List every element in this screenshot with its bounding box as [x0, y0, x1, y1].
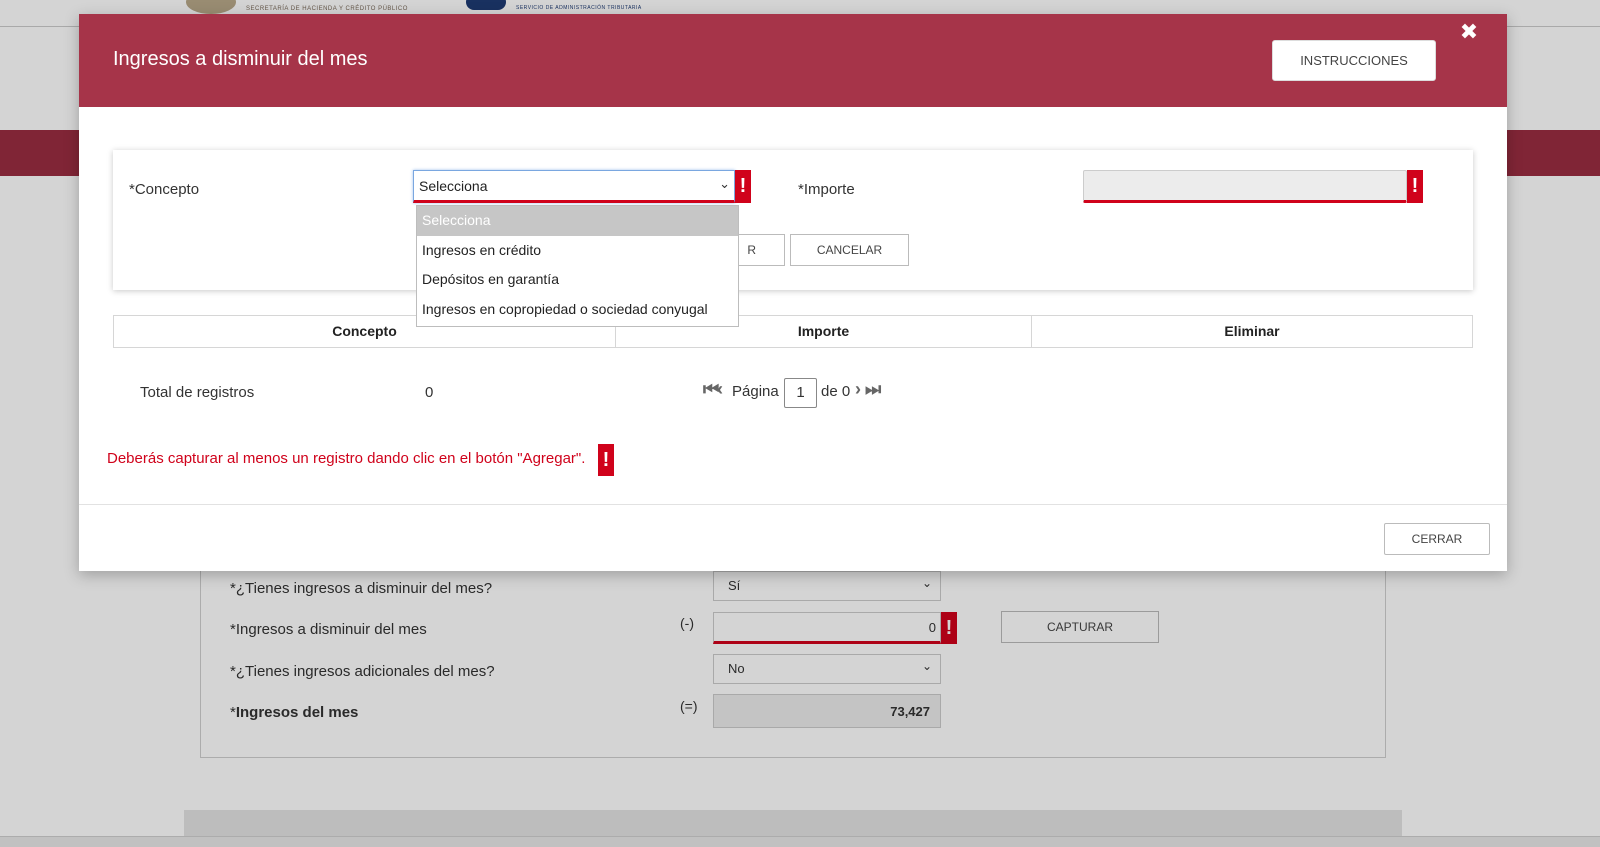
instrucciones-button[interactable]: INSTRUCCIONES: [1272, 40, 1436, 81]
page-number-input[interactable]: 1: [784, 378, 817, 408]
column-header-eliminar: Eliminar: [1224, 323, 1280, 339]
error-icon: !: [1407, 170, 1423, 203]
concepto-dropdown-list: Selecciona Ingresos en crédito Depósitos…: [416, 205, 739, 327]
concepto-selected-value: Selecciona: [419, 178, 488, 194]
validation-error-message: Deberás capturar al menos un registro da…: [107, 450, 586, 467]
registros-table-header: Concepto Importe Eliminar: [113, 315, 1473, 348]
page-total-label: de 0: [821, 383, 851, 400]
cancelar-button[interactable]: CANCELAR: [790, 234, 909, 266]
concepto-form-card: *Concepto Selecciona ⌄ ! *Importe ! R CA…: [113, 150, 1473, 290]
total-registros-value: 0: [425, 384, 434, 401]
page-label: Página: [732, 383, 779, 400]
ingresos-disminuir-modal: Ingresos a disminuir del mes INSTRUCCION…: [79, 14, 1507, 571]
error-icon: !: [735, 170, 751, 203]
cerrar-button[interactable]: CERRAR: [1384, 523, 1490, 555]
dropdown-option[interactable]: Depósitos en garantía: [417, 265, 738, 295]
error-icon: !: [598, 444, 614, 476]
close-icon[interactable]: ✖: [1457, 20, 1481, 44]
modal-footer-divider: [79, 504, 1507, 505]
modal-header: Ingresos a disminuir del mes INSTRUCCION…: [79, 14, 1507, 107]
dropdown-option[interactable]: Ingresos en copropiedad o sociedad conyu…: [417, 295, 738, 325]
importe-label: *Importe: [798, 181, 855, 198]
total-registros-label: Total de registros: [140, 384, 255, 401]
concepto-label: *Concepto: [129, 181, 200, 198]
next-page-icon[interactable]: ›: [855, 379, 861, 400]
prev-page-icon[interactable]: ‹: [717, 379, 723, 400]
concepto-select[interactable]: Selecciona ⌄: [413, 170, 735, 203]
last-page-icon[interactable]: ⏭: [865, 379, 881, 400]
importe-input[interactable]: [1083, 170, 1407, 203]
modal-title: Ingresos a disminuir del mes: [113, 48, 368, 70]
dropdown-option[interactable]: Ingresos en crédito: [417, 236, 738, 266]
chevron-down-icon: ⌄: [719, 176, 730, 191]
dropdown-option[interactable]: Selecciona: [417, 206, 738, 236]
